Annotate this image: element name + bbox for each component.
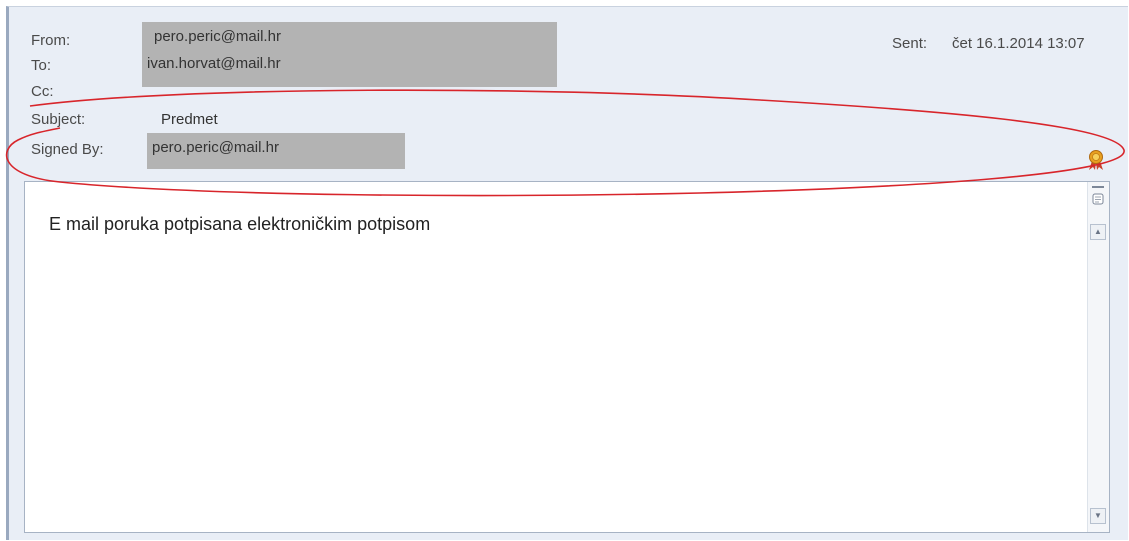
from-label: From: [31, 32, 71, 49]
subject-value: Predmet [161, 111, 218, 128]
scroll-up-arrow-icon: ▲ [1094, 227, 1102, 236]
to-label: To: [31, 57, 52, 74]
email-reading-pane: From: pero.peric@mail.hr To: ivan.horvat… [6, 6, 1128, 540]
scroll-up-button[interactable]: ▲ [1090, 224, 1106, 240]
message-body-text: E mail poruka potpisana elektroničkim po… [49, 214, 431, 234]
from-address[interactable]: pero.peric@mail.hr [154, 28, 281, 45]
to-address[interactable]: ivan.horvat@mail.hr [147, 55, 281, 72]
signed-by-label: Signed By: [31, 141, 104, 158]
pane-toggle-icon[interactable] [1091, 185, 1105, 215]
scroll-down-arrow-icon: ▼ [1094, 511, 1102, 520]
sent-date: čet 16.1.2014 13:07 [952, 35, 1085, 52]
message-body-pane[interactable]: E mail poruka potpisana elektroničkim po… [24, 181, 1110, 533]
scroll-down-button[interactable]: ▼ [1090, 508, 1106, 524]
message-header: From: pero.peric@mail.hr To: ivan.horvat… [9, 7, 1128, 179]
sent-label: Sent: [892, 35, 928, 52]
subject-label: Subject: [31, 111, 86, 128]
cc-label: Cc: [31, 83, 54, 100]
certificate-ribbon-icon[interactable] [1087, 149, 1105, 171]
signed-by-value[interactable]: pero.peric@mail.hr [152, 139, 279, 156]
vertical-scrollbar[interactable]: ▲ ▼ [1087, 182, 1109, 532]
